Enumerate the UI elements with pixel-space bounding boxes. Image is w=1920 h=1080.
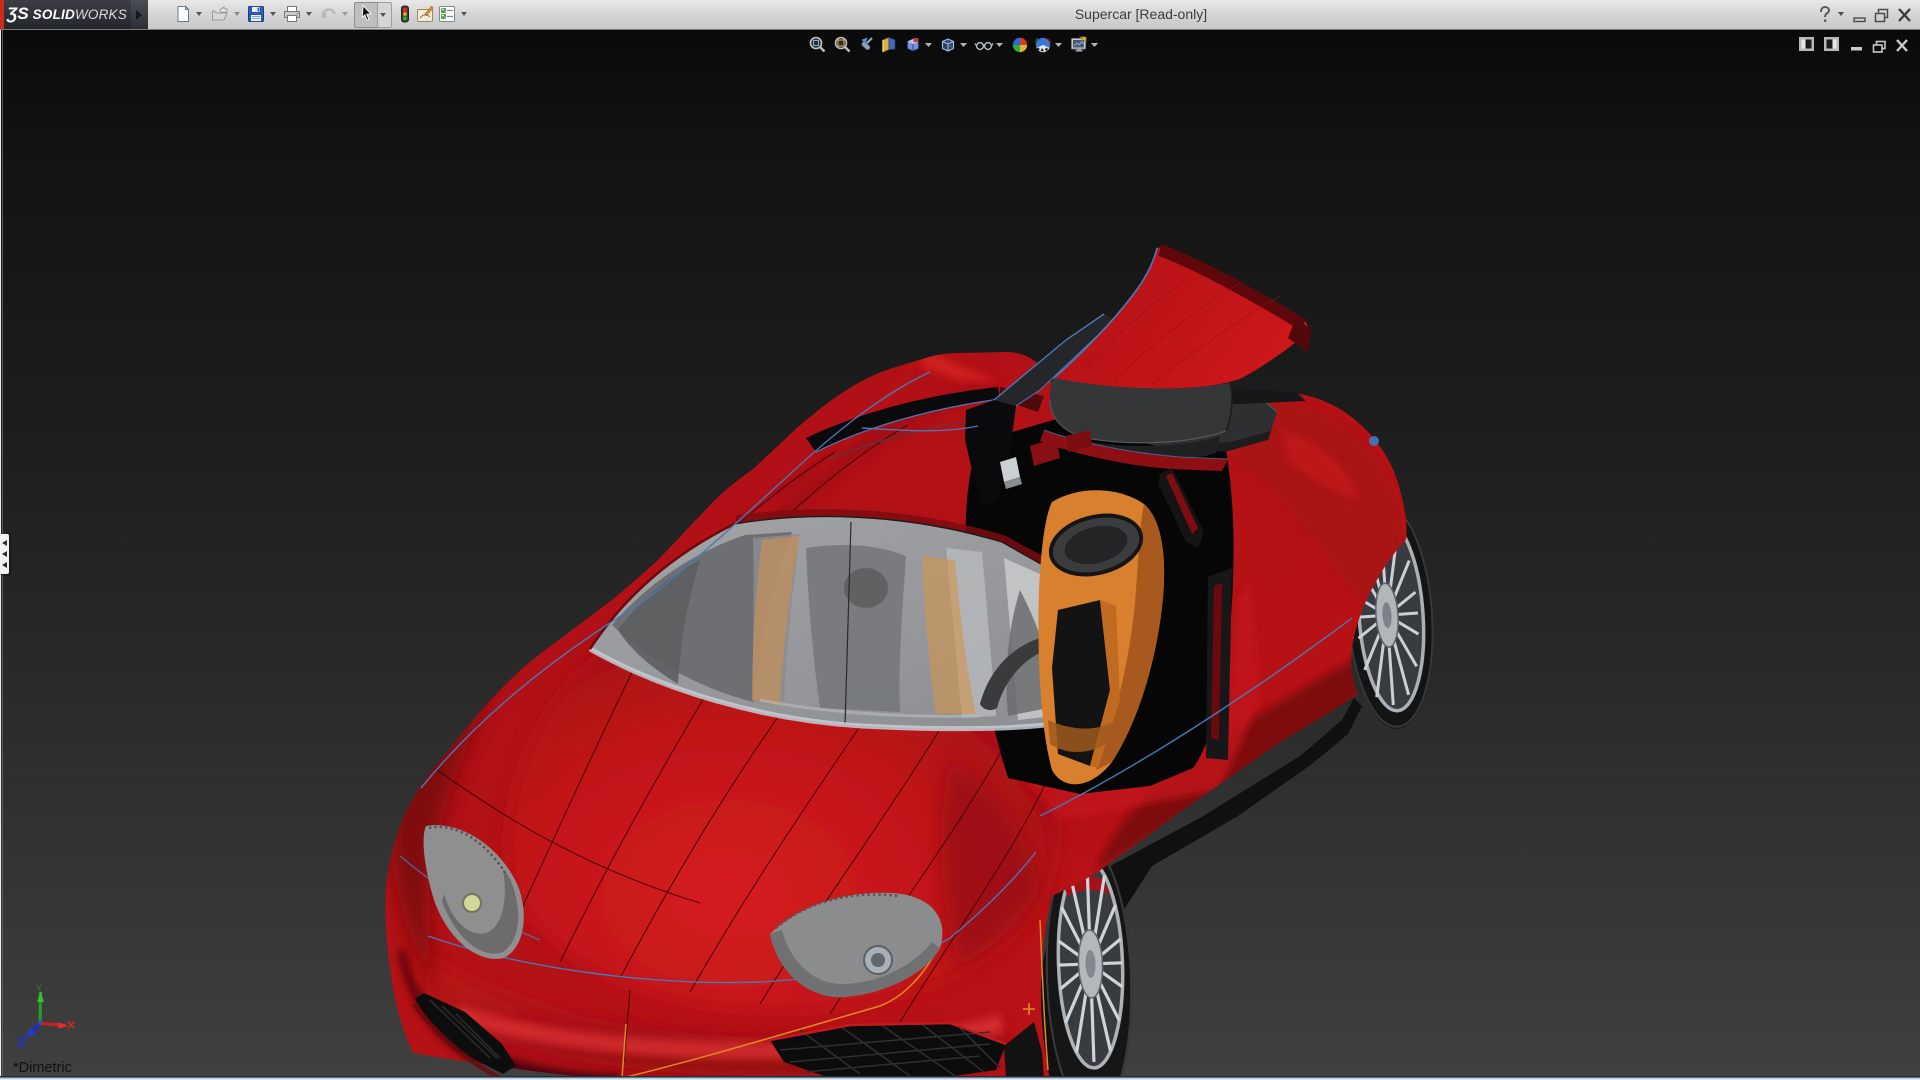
svg-text:Y: Y [36,984,42,993]
